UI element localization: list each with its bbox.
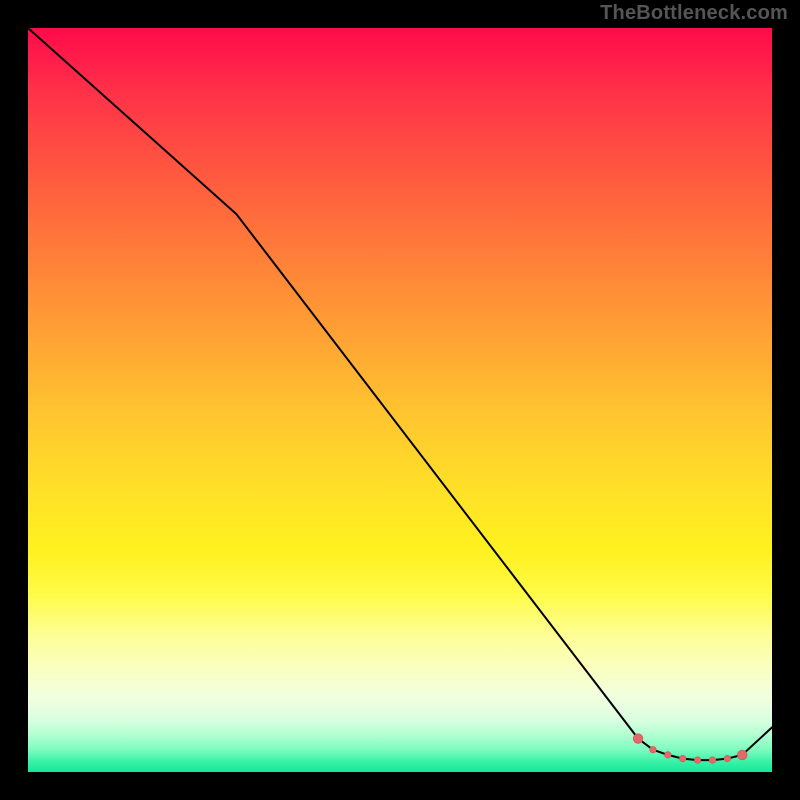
curve-marker — [680, 755, 686, 761]
curve-line — [28, 28, 772, 760]
curve-marker — [633, 734, 643, 744]
chart-stage: TheBottleneck.com — [0, 0, 800, 800]
watermark-text: TheBottleneck.com — [600, 2, 788, 25]
curve-marker — [709, 757, 715, 763]
curve-marker — [665, 752, 671, 758]
curve-marker — [737, 750, 747, 760]
curve-marker — [724, 755, 730, 761]
curve-marker — [650, 746, 656, 752]
curve-path — [28, 28, 772, 760]
curve-marker — [694, 757, 700, 763]
overlay-svg — [28, 28, 772, 772]
